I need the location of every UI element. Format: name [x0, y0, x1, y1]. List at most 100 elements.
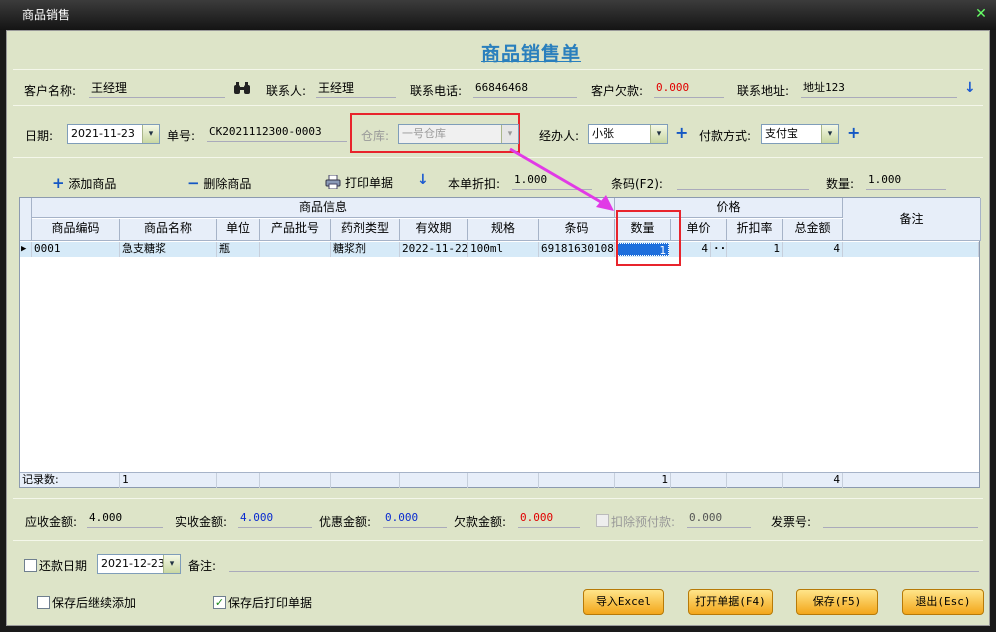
- column-header[interactable]: 条码: [539, 219, 615, 241]
- chevron-down-icon[interactable]: ▾: [163, 555, 180, 573]
- divider: [13, 105, 983, 106]
- cell-batch[interactable]: [260, 242, 331, 257]
- cell-barcode[interactable]: 6918163010887: [539, 242, 615, 257]
- payment-select[interactable]: 支付宝 ▾: [761, 124, 839, 144]
- quantity-label: 数量:: [826, 177, 855, 191]
- date-label: 日期:: [25, 129, 54, 143]
- remark-field[interactable]: [229, 554, 979, 572]
- handler-value: 小张: [592, 127, 614, 140]
- cell-total[interactable]: 4: [783, 242, 843, 257]
- invoice-field[interactable]: [823, 510, 978, 528]
- phone-field[interactable]: 66846468: [473, 80, 577, 98]
- repay-date-label: 还款日期: [39, 559, 88, 573]
- total-sum: 4: [783, 473, 843, 488]
- warehouse-label: 仓库:: [361, 129, 390, 143]
- cell-expiry[interactable]: 2022-11-22: [400, 242, 468, 257]
- record-count-label: 记录数:: [20, 473, 120, 488]
- debt-label: 客户欠款:: [591, 84, 644, 98]
- print-after-save-checkbox[interactable]: ✓: [213, 596, 226, 609]
- form-heading: 商品销售单: [481, 43, 582, 65]
- column-header[interactable]: 单位: [217, 219, 260, 241]
- date-value: 2021-11-23: [71, 127, 135, 140]
- quantity-sum: 1: [615, 473, 671, 488]
- print-label: 打印单据: [345, 176, 394, 190]
- debt-field: 0.000: [654, 80, 724, 98]
- chevron-down-icon[interactable]: ▾: [821, 125, 838, 143]
- cell-spec[interactable]: 100ml: [468, 242, 539, 257]
- divider: [13, 157, 983, 158]
- minus-icon: −: [187, 174, 200, 192]
- cell-type[interactable]: 糖浆剂: [331, 242, 400, 257]
- open-document-button[interactable]: 打开单据(F4): [688, 589, 773, 615]
- owed-field: 0.000: [518, 510, 580, 528]
- deduct-prepaid-label: 扣除预付款:: [611, 515, 676, 529]
- handler-select[interactable]: 小张 ▾: [588, 124, 668, 144]
- date-picker[interactable]: 2021-11-23 ▾: [67, 124, 160, 144]
- address-field[interactable]: 地址123: [801, 80, 957, 98]
- window-titlebar: 商品销售 ✕: [0, 0, 996, 30]
- column-header[interactable]: 总金额: [783, 219, 843, 241]
- column-header[interactable]: 折扣率: [727, 219, 783, 241]
- column-header-remark[interactable]: 备注: [843, 198, 981, 241]
- row-indicator-header: [20, 198, 32, 241]
- column-header[interactable]: 商品名称: [120, 219, 217, 241]
- binoculars-icon[interactable]: [233, 81, 251, 95]
- column-header[interactable]: 有效期: [400, 219, 468, 241]
- cell-code[interactable]: 0001: [32, 242, 120, 257]
- footer-cell: [217, 473, 260, 488]
- add-payment-icon[interactable]: +: [847, 125, 860, 141]
- deduct-prepaid-checkbox: [596, 514, 609, 527]
- footer-cell: [260, 473, 331, 488]
- remark-label: 备注:: [188, 559, 217, 573]
- column-header[interactable]: 商品编码: [32, 219, 120, 241]
- expand-down-icon[interactable]: ↓: [964, 80, 976, 96]
- warehouse-select: 一号仓库 ▾: [398, 124, 519, 144]
- footer-cell: [331, 473, 400, 488]
- cell-unit[interactable]: 瓶: [217, 242, 260, 257]
- add-handler-icon[interactable]: +: [675, 125, 688, 141]
- row-pointer-icon: ▶: [20, 242, 32, 257]
- footer-cell: [727, 473, 783, 488]
- footer-cell: [671, 473, 727, 488]
- receivable-field: 4.000: [87, 510, 163, 528]
- divider: [13, 540, 983, 541]
- quantity-field[interactable]: 1.000: [866, 172, 946, 190]
- column-header[interactable]: 产品批号: [260, 219, 331, 241]
- close-icon[interactable]: ✕: [974, 7, 988, 21]
- print-button[interactable]: 打印单据: [325, 174, 393, 191]
- continue-add-checkbox[interactable]: [37, 596, 50, 609]
- chevron-down-icon[interactable]: ▾: [142, 125, 159, 143]
- discount-amount-field: 0.000: [383, 510, 447, 528]
- divider: [13, 69, 983, 70]
- cell-remark[interactable]: [843, 242, 979, 257]
- received-field[interactable]: 4.000: [238, 510, 312, 528]
- cell-discount[interactable]: 1: [727, 242, 783, 257]
- import-excel-button[interactable]: 导入Excel: [583, 589, 664, 615]
- repay-date-checkbox[interactable]: [24, 559, 37, 572]
- save-button[interactable]: 保存(F5): [796, 589, 878, 615]
- contact-field[interactable]: 王经理: [316, 80, 396, 98]
- repay-date-value: 2021-12-23: [101, 557, 165, 570]
- footer-cell: [539, 473, 615, 488]
- chevron-down-icon[interactable]: ▾: [650, 125, 667, 143]
- barcode-field[interactable]: [677, 172, 809, 190]
- table-row[interactable]: ▶ 0001 急支糖浆 瓶 糖浆剂 2022-11-22 100ml 69181…: [20, 242, 979, 257]
- arrow-down-icon[interactable]: ↓: [417, 172, 429, 188]
- customer-name-field[interactable]: 王经理: [89, 80, 225, 98]
- column-header[interactable]: 规格: [468, 219, 539, 241]
- chevron-down-icon: ▾: [501, 125, 518, 143]
- quantity-highlight-box: [616, 210, 681, 266]
- exit-button[interactable]: 退出(Esc): [902, 589, 984, 615]
- payment-value: 支付宝: [765, 127, 798, 140]
- print-after-save-label: 保存后打印单据: [228, 596, 313, 610]
- product-grid: 商品信息 价格 备注 商品编码 商品名称 单位 产品批号 药剂类型 有效期 规格…: [19, 197, 981, 488]
- divider: [13, 498, 983, 499]
- delete-product-button[interactable]: − 删除商品: [187, 174, 251, 192]
- column-header[interactable]: 药剂类型: [331, 219, 400, 241]
- repay-date-picker[interactable]: 2021-12-23 ▾: [97, 554, 181, 574]
- add-product-button[interactable]: + 添加商品: [52, 174, 116, 192]
- cell-name[interactable]: 急支糖浆: [120, 242, 217, 257]
- owed-label: 欠款金额:: [454, 515, 507, 529]
- ellipsis-icon[interactable]: ···: [711, 242, 727, 257]
- handler-label: 经办人:: [539, 129, 580, 143]
